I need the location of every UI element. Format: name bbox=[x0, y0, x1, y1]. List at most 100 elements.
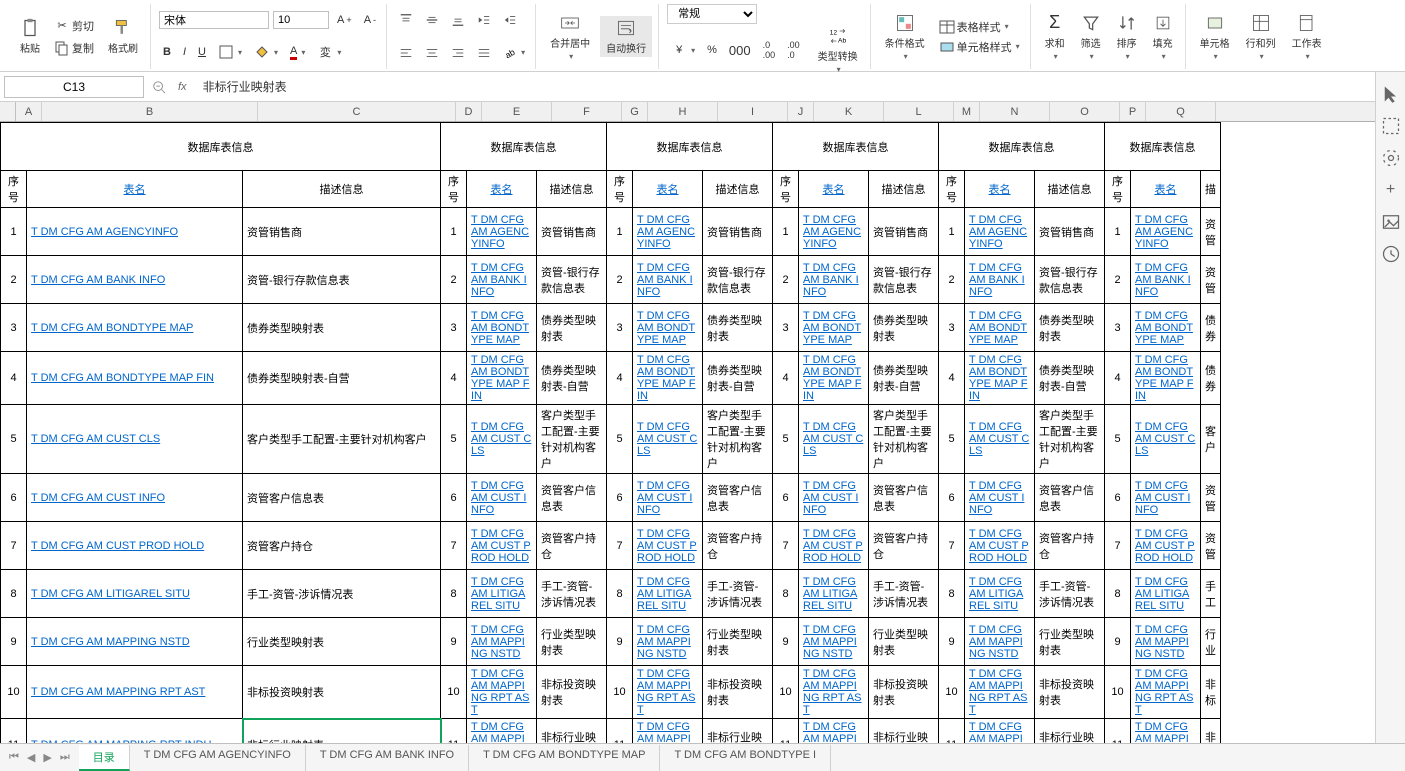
wrap-text-button[interactable]: 自动换行 bbox=[600, 16, 652, 57]
seq-cell[interactable]: 4 bbox=[1, 352, 27, 405]
seq-cell[interactable]: 2 bbox=[939, 256, 965, 304]
name-link-cell[interactable]: T DM CFG AM CUST CLS bbox=[1131, 405, 1201, 474]
seq-cell[interactable]: 6 bbox=[939, 474, 965, 522]
column-header[interactable]: H bbox=[648, 102, 718, 121]
desc-cell[interactable]: 非标投资映射表 bbox=[1035, 666, 1105, 719]
col-name-header[interactable]: 表名 bbox=[633, 171, 703, 208]
seq-cell[interactable]: 2 bbox=[441, 256, 467, 304]
name-link-cell[interactable]: T DM CFG AM MAPPING RPT INDU bbox=[633, 719, 703, 744]
align-middle-button[interactable] bbox=[421, 11, 443, 29]
seq-cell[interactable]: 3 bbox=[607, 304, 633, 352]
name-link-cell[interactable]: T DM CFG AM BONDTYPE MAP FIN bbox=[27, 352, 243, 405]
name-link-cell[interactable]: T DM CFG AM CUST CLS bbox=[27, 405, 243, 474]
number-format-select[interactable]: 常规 bbox=[667, 4, 757, 24]
rail-plus-icon[interactable]: + bbox=[1381, 180, 1401, 200]
name-link-cell[interactable]: T DM CFG AM LITIGAREL SITU bbox=[467, 570, 537, 618]
desc-cell[interactable]: 非标行业映射表 bbox=[537, 719, 607, 744]
seq-cell[interactable]: 2 bbox=[607, 256, 633, 304]
name-link-cell[interactable]: T DM CFG AM CUST PROD HOLD bbox=[27, 522, 243, 570]
seq-cell[interactable]: 2 bbox=[773, 256, 799, 304]
column-header[interactable]: N bbox=[980, 102, 1050, 121]
col-name-header[interactable]: 表名 bbox=[965, 171, 1035, 208]
desc-cell[interactable]: 手工-资管-涉诉情况表 bbox=[869, 570, 939, 618]
desc-cell[interactable]: 手工-资管-涉诉情况表 bbox=[703, 570, 773, 618]
column-header[interactable]: G bbox=[622, 102, 648, 121]
name-link-cell[interactable]: T DM CFG AM MAPPING RPT AST bbox=[633, 666, 703, 719]
desc-cell[interactable]: 资管销售商 bbox=[243, 208, 441, 256]
seq-cell[interactable]: 1 bbox=[773, 208, 799, 256]
column-header[interactable]: O bbox=[1050, 102, 1120, 121]
desc-cell[interactable]: 资管 bbox=[1201, 522, 1221, 570]
seq-cell[interactable]: 8 bbox=[1105, 570, 1131, 618]
desc-cell[interactable]: 行业类型映射表 bbox=[1035, 618, 1105, 666]
name-link-cell[interactable]: T DM CFG AM CUST CLS bbox=[799, 405, 869, 474]
name-link-cell[interactable]: T DM CFG AM LITIGAREL SITU bbox=[799, 570, 869, 618]
sort-button[interactable]: 排序 bbox=[1111, 11, 1143, 63]
column-header[interactable]: P bbox=[1120, 102, 1146, 121]
name-link-cell[interactable]: T DM CFG AM BONDTYPE MAP FIN bbox=[633, 352, 703, 405]
align-top-button[interactable] bbox=[395, 11, 417, 29]
seq-cell[interactable]: 7 bbox=[939, 522, 965, 570]
desc-cell[interactable]: 资管客户持仓 bbox=[869, 522, 939, 570]
type-convert-button[interactable]: 12Ab 类型转换 bbox=[812, 24, 864, 76]
font-color-button[interactable]: A bbox=[286, 43, 309, 62]
seq-cell[interactable]: 9 bbox=[1, 618, 27, 666]
name-link-cell[interactable]: T DM CFG AM CUST PROD HOLD bbox=[633, 522, 703, 570]
desc-cell[interactable]: 手工-资管-涉诉情况表 bbox=[1035, 570, 1105, 618]
name-link-cell[interactable]: T DM CFG AM CUST CLS bbox=[467, 405, 537, 474]
name-link-cell[interactable]: T DM CFG AM CUST INFO bbox=[799, 474, 869, 522]
distribute-button[interactable] bbox=[473, 44, 495, 62]
seq-cell[interactable]: 4 bbox=[607, 352, 633, 405]
seq-cell[interactable]: 7 bbox=[1, 522, 27, 570]
desc-cell[interactable]: 手工-资管-涉诉情况表 bbox=[243, 570, 441, 618]
desc-cell[interactable]: 资管-银行存款信息表 bbox=[243, 256, 441, 304]
column-header[interactable]: A bbox=[16, 102, 42, 121]
seq-cell[interactable]: 9 bbox=[607, 618, 633, 666]
rowcol-button[interactable]: 行和列 bbox=[1240, 11, 1282, 63]
seq-cell[interactable]: 1 bbox=[441, 208, 467, 256]
name-link-cell[interactable]: T DM CFG AM LITIGAREL SITU bbox=[633, 570, 703, 618]
desc-cell[interactable]: 手工 bbox=[1201, 570, 1221, 618]
name-link-cell[interactable]: T DM CFG AM BONDTYPE MAP FIN bbox=[799, 352, 869, 405]
name-link-cell[interactable]: T DM CFG AM AGENCYINFO bbox=[799, 208, 869, 256]
column-header[interactable]: Q bbox=[1146, 102, 1216, 121]
rail-settings-icon[interactable] bbox=[1381, 148, 1401, 168]
seq-cell[interactable]: 3 bbox=[441, 304, 467, 352]
seq-cell[interactable]: 10 bbox=[939, 666, 965, 719]
table-style-button[interactable]: 表格样式 bbox=[935, 17, 1024, 37]
seq-cell[interactable]: 7 bbox=[607, 522, 633, 570]
column-header[interactable]: L bbox=[884, 102, 954, 121]
desc-cell[interactable]: 资管客户持仓 bbox=[1035, 522, 1105, 570]
seq-cell[interactable]: 3 bbox=[939, 304, 965, 352]
desc-cell[interactable]: 债券类型映射表-自营 bbox=[537, 352, 607, 405]
fx-button[interactable]: fx bbox=[170, 81, 195, 93]
name-link-cell[interactable]: T DM CFG AM CUST CLS bbox=[965, 405, 1035, 474]
desc-cell[interactable]: 行业类型映射表 bbox=[243, 618, 441, 666]
desc-cell[interactable]: 非标 bbox=[1201, 666, 1221, 719]
increase-decimal-button[interactable]: .0.00 bbox=[759, 38, 780, 62]
seq-cell[interactable]: 4 bbox=[939, 352, 965, 405]
seq-cell[interactable]: 9 bbox=[773, 618, 799, 666]
seq-cell[interactable]: 6 bbox=[1, 474, 27, 522]
filter-button[interactable]: 筛选 bbox=[1075, 11, 1107, 63]
sheet-tab[interactable]: 目录 bbox=[79, 745, 130, 771]
desc-cell[interactable]: 非标投资映射表 bbox=[243, 666, 441, 719]
name-link-cell[interactable]: T DM CFG AM MAPPING RPT INDU bbox=[1131, 719, 1201, 744]
formula-input[interactable] bbox=[195, 77, 1405, 97]
name-link-cell[interactable]: T DM CFG AM CUST INFO bbox=[1131, 474, 1201, 522]
seq-cell[interactable]: 1 bbox=[607, 208, 633, 256]
name-link-cell[interactable]: T DM CFG AM BANK INFO bbox=[467, 256, 537, 304]
seq-cell[interactable]: 4 bbox=[1105, 352, 1131, 405]
desc-cell[interactable]: 客户类型手工配置-主要针对机构客户 bbox=[1035, 405, 1105, 474]
seq-cell[interactable]: 8 bbox=[773, 570, 799, 618]
orientation-button[interactable]: ab bbox=[499, 44, 529, 62]
fill-color-button[interactable] bbox=[250, 42, 282, 62]
tab-next-button[interactable]: ▶ bbox=[40, 751, 54, 764]
desc-cell[interactable]: 资管-银行存款信息表 bbox=[1035, 256, 1105, 304]
column-header[interactable]: E bbox=[482, 102, 552, 121]
name-link-cell[interactable]: T DM CFG AM BANK INFO bbox=[965, 256, 1035, 304]
seq-cell[interactable]: 4 bbox=[773, 352, 799, 405]
desc-cell[interactable]: 非标行业映射表 bbox=[243, 719, 441, 744]
column-header[interactable]: I bbox=[718, 102, 788, 121]
seq-cell[interactable]: 9 bbox=[1105, 618, 1131, 666]
